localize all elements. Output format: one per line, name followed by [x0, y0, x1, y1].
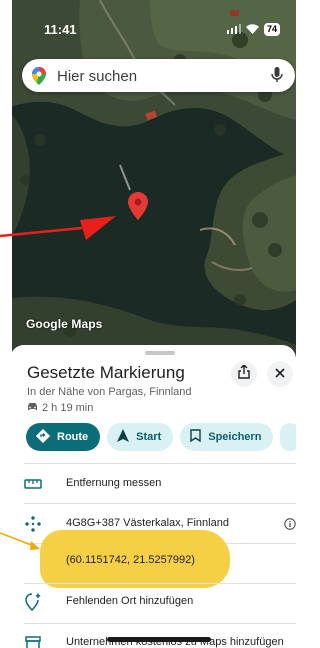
add-missing-place-label: Fehlenden Ort hinzufügen [66, 595, 194, 607]
measure-distance-label: Entfernung messen [66, 477, 162, 489]
save-button[interactable]: Speichern [180, 423, 274, 451]
satellite-imagery [0, 0, 296, 360]
share-button[interactable] [231, 361, 257, 387]
measure-distance-row[interactable]: Entfernung messen [10, 465, 296, 503]
search-bar[interactable]: Hier suchen [22, 59, 295, 92]
satellite-map[interactable]: 11:41 74 Hier suchen Google Maps [0, 0, 296, 360]
car-icon [27, 402, 38, 414]
storefront-icon [24, 634, 42, 648]
save-label: Speichern [208, 431, 262, 443]
battery-icon: 74 [263, 23, 280, 36]
add-location-icon [24, 593, 42, 612]
route-button[interactable]: Route [26, 423, 101, 451]
more-actions-chip[interactable] [280, 423, 296, 451]
place-bottom-sheet: Gesetzte Markierung In der Nähe von Parg… [10, 345, 296, 648]
sheet-drag-handle[interactable] [145, 351, 175, 355]
add-missing-place-row[interactable]: Fehlenden Ort hinzufügen [10, 583, 296, 621]
start-label: Start [136, 431, 162, 443]
place-title: Gesetzte Markierung [27, 363, 185, 382]
google-maps-watermark: Google Maps [26, 317, 103, 331]
wifi-icon [245, 22, 259, 37]
place-subtitle: In der Nähe von Pargas, Finnland [27, 386, 192, 398]
dropped-pin-marker[interactable] [128, 192, 148, 225]
coordinates-row[interactable]: (60.1151742, 21.5257992) [10, 542, 296, 580]
plus-code-text: 4G8G+387 Västerkalax, Finnland [66, 517, 229, 529]
signal-icon [226, 22, 241, 37]
microphone-icon[interactable] [271, 67, 283, 88]
google-maps-pin-icon [32, 67, 46, 90]
action-chips: Route Start Speichern [26, 423, 296, 451]
status-time: 11:41 [44, 22, 77, 37]
coordinates-text: (60.1151742, 21.5257992) [66, 554, 195, 566]
bookmark-icon [190, 429, 201, 445]
status-bar: 11:41 74 [44, 22, 280, 38]
add-business-row[interactable]: Unternehmen kostenlos zu Maps hinzufügen [10, 624, 296, 648]
close-icon [275, 365, 285, 383]
close-button[interactable] [267, 361, 293, 387]
route-label: Route [57, 431, 89, 443]
start-button[interactable]: Start [107, 423, 174, 451]
search-input[interactable]: Hier suchen [57, 68, 137, 85]
navigation-arrow-icon [117, 429, 130, 445]
share-icon [238, 363, 250, 384]
drive-time-text: 2 h 19 min [42, 402, 94, 414]
home-indicator[interactable] [107, 637, 211, 642]
drive-time: 2 h 19 min [27, 402, 93, 414]
plus-code-icon [24, 515, 42, 533]
info-icon[interactable] [284, 517, 296, 535]
directions-icon [35, 428, 51, 446]
ruler-icon [24, 475, 42, 493]
